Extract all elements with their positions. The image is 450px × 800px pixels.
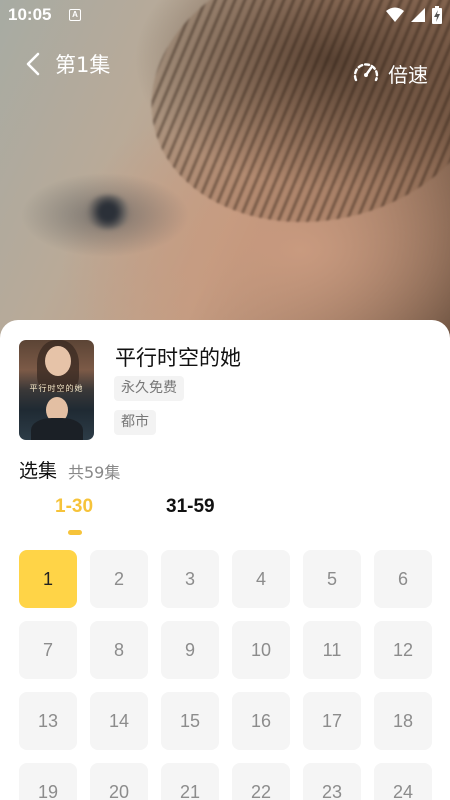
episode-19-button[interactable]: 19 (19, 763, 77, 800)
drama-cover[interactable]: 平行时空的她 (19, 340, 94, 440)
speed-gauge-icon[interactable] (352, 60, 380, 84)
episode-17-button[interactable]: 17 (303, 692, 361, 750)
tab-range-1-30[interactable]: 1-30 (55, 496, 93, 518)
back-arrow-icon[interactable] (22, 50, 46, 78)
episode-8-button[interactable]: 8 (90, 621, 148, 679)
video-frame-eye (85, 195, 131, 229)
cover-face-top (45, 346, 71, 376)
episode-16-button[interactable]: 16 (232, 692, 290, 750)
episode-18-button[interactable]: 18 (374, 692, 432, 750)
cover-title: 平行时空的她 (29, 384, 84, 393)
status-bar: 10:05 A (0, 0, 450, 30)
episode-22-button[interactable]: 22 (232, 763, 290, 800)
episode-1-button[interactable]: 1 (19, 550, 77, 608)
episode-13-button[interactable]: 13 (19, 692, 77, 750)
episode-23-button[interactable]: 23 (303, 763, 361, 800)
episode-11-button[interactable]: 11 (303, 621, 361, 679)
battery-icon (432, 6, 442, 24)
tag-free: 永久免费 (114, 376, 184, 401)
episode-2-button[interactable]: 2 (90, 550, 148, 608)
episode-4-button[interactable]: 4 (232, 550, 290, 608)
cover-suit (31, 418, 83, 440)
episode-21-button[interactable]: 21 (161, 763, 219, 800)
episode-12-button[interactable]: 12 (374, 621, 432, 679)
episode-20-button[interactable]: 20 (90, 763, 148, 800)
episode-select-title: 选集 (19, 460, 58, 482)
episode-10-button[interactable]: 10 (232, 621, 290, 679)
episode-15-button[interactable]: 15 (161, 692, 219, 750)
drama-title: 平行时空的她 (115, 346, 241, 370)
notification-badge-icon: A (69, 9, 81, 21)
tag-genre: 都市 (114, 410, 156, 435)
speed-button[interactable]: 倍速 (388, 59, 428, 88)
episode-24-button[interactable]: 24 (374, 763, 432, 800)
signal-icon (411, 8, 425, 22)
episode-title: 第1集 (55, 53, 111, 77)
episode-sheet: 平行时空的她 平行时空的她 永久免费 都市 选集 共59集 1-30 31-59… (0, 320, 450, 800)
episode-5-button[interactable]: 5 (303, 550, 361, 608)
episode-9-button[interactable]: 9 (161, 621, 219, 679)
episode-7-button[interactable]: 7 (19, 621, 77, 679)
tab-indicator (68, 530, 82, 535)
wifi-icon (386, 7, 404, 22)
episode-3-button[interactable]: 3 (161, 550, 219, 608)
status-time: 10:05 (8, 5, 52, 24)
video-frame-hair (126, 0, 450, 253)
episode-14-button[interactable]: 14 (90, 692, 148, 750)
episode-6-button[interactable]: 6 (374, 550, 432, 608)
episode-count: 共59集 (68, 463, 121, 482)
status-icons (386, 6, 442, 24)
tab-range-31-59[interactable]: 31-59 (166, 496, 215, 518)
